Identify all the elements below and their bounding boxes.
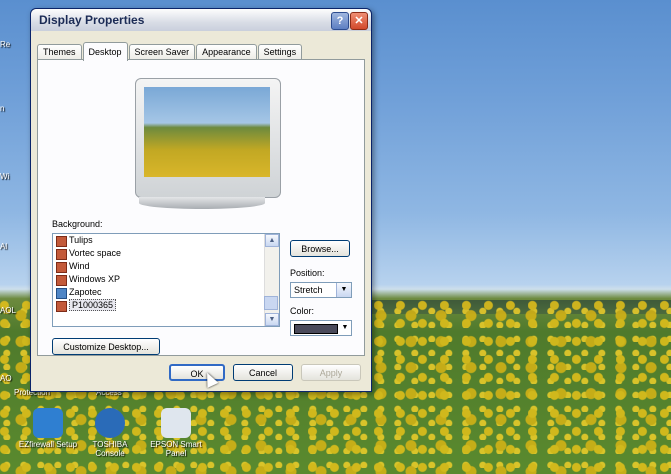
wallpaper-preview [144, 87, 270, 177]
position-value: Stretch [294, 285, 323, 295]
list-item-label: Zapotec [69, 287, 102, 297]
tab-screen-saver[interactable]: Screen Saver [128, 44, 196, 60]
title-bar[interactable]: Display Properties ? ✕ [31, 9, 371, 31]
help-button[interactable]: ? [331, 12, 349, 30]
desktop-icon-ezfirewall[interactable]: EZfirewall Setup [18, 408, 78, 449]
image-icon [56, 262, 67, 273]
desktop-label-ao[interactable]: AO [0, 374, 12, 383]
scroll-down-icon[interactable]: ▼ [265, 313, 279, 326]
cancel-button[interactable]: Cancel [233, 364, 293, 381]
list-item[interactable]: Vortec space [53, 247, 279, 260]
desktop-label-al[interactable]: Al [0, 242, 7, 251]
tab-strip: Themes Desktop Screen Saver Appearance S… [37, 42, 303, 61]
image-icon [56, 236, 67, 247]
list-item-selected[interactable]: P1000365 [53, 299, 279, 312]
desktop-icon-label: EPSON Smart Panel [150, 440, 202, 458]
position-label: Position: [290, 268, 325, 278]
list-item[interactable]: Tulips [53, 234, 279, 247]
list-item[interactable]: Wind [53, 260, 279, 273]
customize-desktop-button[interactable]: Customize Desktop... [52, 338, 160, 355]
desktop-icon-epson[interactable]: EPSON Smart Panel [146, 408, 206, 458]
list-item[interactable]: Windows XP [53, 273, 279, 286]
desktop-label-n[interactable]: n [0, 104, 4, 113]
window-title: Display Properties [39, 13, 145, 27]
desktop-icon-toshiba[interactable]: TOSHIBA Console [80, 408, 140, 458]
list-item[interactable]: Zapotec [53, 286, 279, 299]
background-label: Background: [52, 219, 103, 229]
scroll-thumb[interactable] [264, 296, 278, 310]
list-item-label: Vortec space [69, 248, 122, 258]
desktop-icon-label: TOSHIBA Console [92, 440, 128, 458]
color-picker[interactable]: ▼ [290, 320, 352, 336]
close-button[interactable]: ✕ [350, 12, 368, 30]
image-icon [56, 275, 67, 286]
desktop-label-aol[interactable]: AOL [0, 306, 16, 315]
apply-button[interactable]: Apply [301, 364, 361, 381]
epson-smart-panel-icon [161, 408, 191, 438]
list-scrollbar[interactable]: ▲ ▼ [264, 234, 279, 326]
desktop-label-wi[interactable]: Wi [0, 172, 9, 181]
chevron-down-icon: ▼ [336, 283, 351, 297]
monitor-preview [135, 78, 281, 198]
desktop-label-re[interactable]: Re [0, 40, 10, 49]
image-icon [56, 249, 67, 260]
desktop-tab-panel: Background: Tulips Vortec space Wind Win… [37, 59, 365, 356]
browse-button[interactable]: Browse... [290, 240, 350, 257]
tab-settings[interactable]: Settings [257, 44, 303, 60]
monitor-stand [139, 197, 265, 209]
background-list[interactable]: Tulips Vortec space Wind Windows XP Zapo… [52, 233, 280, 327]
toshiba-console-icon [95, 408, 125, 438]
list-item-label: P1000365 [69, 299, 117, 311]
desktop-icon-label: EZfirewall Setup [18, 440, 78, 449]
list-item-label: Tulips [69, 235, 93, 245]
ez-firewall-icon [33, 408, 63, 438]
display-properties-window: Display Properties ? ✕ Themes Desktop Sc… [30, 8, 372, 392]
position-select[interactable]: Stretch ▼ [290, 282, 352, 298]
tab-desktop[interactable]: Desktop [82, 42, 128, 61]
color-label: Color: [290, 306, 315, 316]
image-icon [56, 301, 67, 312]
list-item-label: Wind [69, 261, 90, 271]
scroll-up-icon[interactable]: ▲ [265, 234, 279, 247]
chevron-down-icon: ▼ [341, 324, 349, 331]
list-item-label: Windows XP [69, 274, 121, 284]
tab-themes[interactable]: Themes [37, 44, 82, 60]
folder-icon [56, 288, 67, 299]
tab-appearance[interactable]: Appearance [196, 44, 257, 60]
color-swatch [294, 324, 338, 334]
